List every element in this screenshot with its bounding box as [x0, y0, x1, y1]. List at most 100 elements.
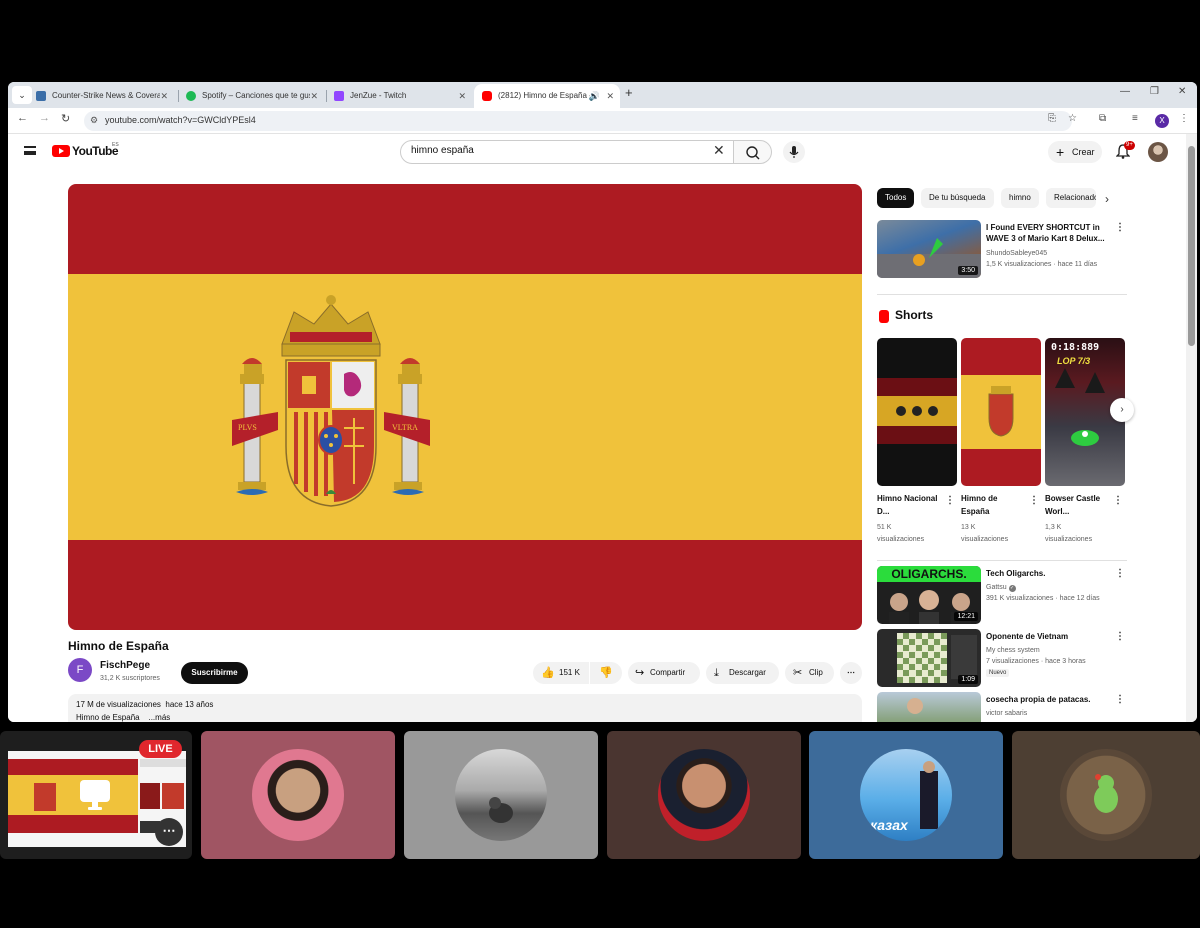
- channel-name[interactable]: Gattsu ✓: [986, 584, 1016, 592]
- more-options-icon[interactable]: ⋮: [945, 495, 955, 506]
- voice-search-button[interactable]: [783, 141, 805, 163]
- channel-name[interactable]: My chess system: [986, 647, 1040, 654]
- cast-icon[interactable]: ⎘: [1048, 113, 1056, 124]
- screen-share-monitor-icon: [80, 780, 110, 810]
- more-options-icon[interactable]: ⋮: [1115, 222, 1125, 233]
- tab-counter-strike[interactable]: Counter-Strike News & Coverage ✕: [28, 84, 174, 108]
- video-player[interactable]: PLVS VLTRA: [68, 184, 862, 630]
- media-controls-icon[interactable]: ≡: [1132, 113, 1138, 124]
- view-count: 17 M de visualizaciones: [76, 700, 161, 709]
- clip-button[interactable]: ✂ Clip: [785, 662, 834, 684]
- participant-tile[interactable]: [1012, 731, 1200, 859]
- site-info-icon[interactable]: ⚙: [90, 115, 98, 126]
- motto-left: PLVS: [238, 423, 257, 432]
- more-actions-button[interactable]: ⋯: [840, 662, 862, 684]
- close-tab-icon[interactable]: ✕: [458, 84, 466, 108]
- search-box[interactable]: [400, 140, 734, 164]
- chevron-right-icon[interactable]: ›: [1105, 192, 1109, 206]
- more-options-icon[interactable]: ⋮: [1115, 694, 1125, 705]
- chip-de-tu-busqueda[interactable]: De tu búsqueda: [921, 188, 994, 208]
- more-options-icon[interactable]: ⋮: [1029, 495, 1039, 506]
- participant-tile[interactable]: [404, 731, 598, 859]
- tab-twitch[interactable]: JenZue - Twitch ✕: [326, 84, 472, 108]
- like-button[interactable]: 👍 151 K: [533, 662, 589, 684]
- tab-title: (2812) Himno de España - YouTube: [498, 91, 590, 100]
- search-button[interactable]: [734, 140, 772, 164]
- browser-profile-avatar[interactable]: X: [1155, 114, 1169, 128]
- reload-icon[interactable]: ↻: [61, 112, 70, 125]
- chip-relacionados[interactable]: Relacionados: [1046, 188, 1096, 208]
- recommended-video[interactable]: cosecha propia de patacas. victor sabari…: [877, 692, 1137, 722]
- tab-youtube[interactable]: (2812) Himno de España - YouTube 🔊 ✕: [474, 84, 620, 108]
- shorts-next-button[interactable]: ›: [1110, 398, 1134, 422]
- back-icon[interactable]: ←: [17, 112, 28, 124]
- create-button[interactable]: + Crear: [1048, 141, 1102, 163]
- address-bar[interactable]: ⚙ youtube.com/watch?v=GWCldYPEsl4: [84, 111, 1072, 131]
- channel-name[interactable]: ShundoSableye045: [986, 250, 1047, 257]
- video-duration: 3:50: [958, 266, 978, 275]
- tab-title: JenZue - Twitch: [350, 91, 407, 100]
- channel-name[interactable]: FischPege: [100, 660, 150, 671]
- show-more-link[interactable]: ...más: [148, 713, 170, 722]
- short-thumbnail[interactable]: [961, 338, 1041, 486]
- forward-icon[interactable]: →: [39, 112, 50, 124]
- new-tab-button[interactable]: +: [625, 85, 633, 100]
- more-options-button[interactable]: ⋯: [155, 818, 183, 846]
- close-window-icon[interactable]: ✕: [1178, 86, 1186, 97]
- recommended-video[interactable]: OLIGARCHS. 12:21 Tech Oligarchs. Gattsu …: [877, 566, 1137, 626]
- upload-age: hace 12 días: [1059, 595, 1100, 602]
- subscribe-button[interactable]: Suscribirme: [181, 662, 248, 684]
- participant-tile[interactable]: [607, 731, 801, 859]
- tab-spotify[interactable]: Spotify – Canciones que te gusten ✕: [178, 84, 324, 108]
- more-options-icon[interactable]: ⋮: [1115, 631, 1125, 642]
- video-duration: 1:09: [958, 675, 978, 684]
- share-button[interactable]: ↪ Compartir: [628, 662, 700, 684]
- recommended-video[interactable]: 3:50 I Found EVERY SHORTCUT in WAVE 3 of…: [877, 220, 1137, 280]
- browser-window: ⌄ Counter-Strike News & Coverage ✕ Spoti…: [8, 82, 1197, 722]
- view-count: 1,5 K visualizaciones: [986, 261, 1052, 268]
- page-scrollbar[interactable]: [1186, 134, 1197, 722]
- close-tab-icon[interactable]: ✕: [606, 84, 614, 108]
- download-button[interactable]: ⤓ Descargar: [706, 662, 779, 684]
- chip-himno[interactable]: himno: [1001, 188, 1039, 208]
- short-view-label: visualizaciones: [1045, 536, 1093, 543]
- audio-playing-icon[interactable]: 🔊: [589, 84, 600, 108]
- search-input[interactable]: [411, 145, 701, 156]
- user-avatar[interactable]: [1148, 142, 1168, 162]
- more-options-icon[interactable]: ⋮: [1115, 568, 1125, 579]
- minimize-icon[interactable]: —: [1120, 86, 1130, 97]
- menu-icon[interactable]: [24, 146, 36, 155]
- description-box[interactable]: 17 M de visualizaciones hace 13 años Him…: [68, 694, 862, 722]
- video-thumbnail[interactable]: 3:50: [877, 220, 981, 278]
- thumbnail-caption: OLIGARCHS.: [877, 566, 981, 582]
- chip-todos[interactable]: Todos: [877, 188, 915, 208]
- short-views: 51 K visualizaciones: [877, 522, 924, 546]
- browser-menu-icon[interactable]: ⋮: [1179, 113, 1189, 124]
- video-thumbnail[interactable]: [877, 692, 981, 722]
- short-thumbnail[interactable]: [877, 338, 957, 486]
- dislike-button[interactable]: 👎: [590, 662, 622, 684]
- close-tab-icon[interactable]: ✕: [160, 84, 168, 108]
- search-icon: [746, 146, 760, 160]
- new-badge: Nuevo: [986, 669, 1010, 677]
- clear-search-icon[interactable]: ✕: [713, 142, 725, 159]
- participant-tile[interactable]: [201, 731, 395, 859]
- youtube-favicon-icon: [482, 91, 492, 101]
- video-thumbnail[interactable]: 1:09: [877, 629, 981, 687]
- like-count: 151 K: [559, 668, 580, 677]
- participant-tile[interactable]: казах: [809, 731, 1003, 859]
- close-tab-icon[interactable]: ✕: [310, 84, 318, 108]
- bookmark-star-icon[interactable]: ☆: [1068, 113, 1077, 124]
- video-duration: 12:21: [954, 612, 978, 621]
- scrollbar-thumb[interactable]: [1188, 146, 1195, 346]
- more-options-icon[interactable]: ⋮: [1113, 495, 1123, 506]
- participant-avatar: [455, 749, 547, 841]
- video-thumbnail[interactable]: OLIGARCHS. 12:21: [877, 566, 981, 624]
- extensions-icon[interactable]: ⧉: [1099, 113, 1106, 124]
- maximize-icon[interactable]: ❐: [1150, 86, 1159, 97]
- short-view-count: 1,3 K: [1045, 524, 1062, 531]
- channel-name[interactable]: victor sabaris: [986, 710, 1027, 717]
- spain-flag-video: PLVS VLTRA: [68, 184, 862, 630]
- channel-avatar[interactable]: F: [68, 658, 92, 682]
- recommended-video[interactable]: 1:09 Oponente de Vietnam My chess system…: [877, 629, 1137, 689]
